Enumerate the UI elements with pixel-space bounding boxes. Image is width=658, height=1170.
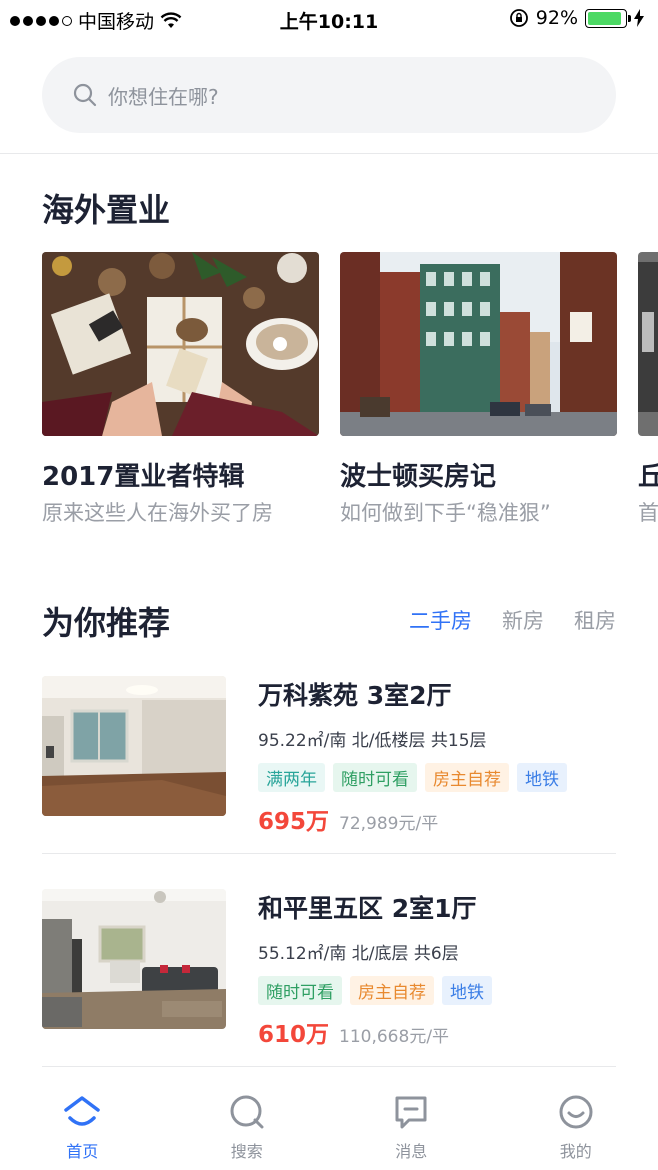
listing-tags: 满两年 随时可看 房主自荐 地铁 [258,763,616,792]
nav-home[interactable]: 首页 [0,1092,165,1170]
tag-badge: 随时可看 [333,763,417,792]
listing-image [42,889,226,1029]
listing-tags: 随时可看 房主自荐 地铁 [258,976,616,1005]
listing-divider [42,853,616,854]
listing-title: 万科紫苑 3室2厅 [258,681,452,710]
tag-badge: 满两年 [258,763,325,792]
status-bar: 中国移动 上午10:11 92% [0,0,658,38]
overseas-card-2[interactable]: 波士顿买房记 如何做到下手“稳准狠” [340,252,617,527]
tag-badge: 房主自荐 [350,976,434,1005]
home-icon [64,1096,100,1126]
overseas-section-title: 海外置业 [42,191,171,229]
overseas-carousel[interactable]: 2017置业者特辑 原来这些人在海外买了房 波士顿买房记 如何做到下手“稳准狠”… [42,252,658,532]
tab-second-hand[interactable]: 二手房 [409,605,472,635]
overseas-card-subtitle: 原来这些人在海外买了房 [42,501,273,525]
search-icon [73,83,97,107]
recommend-section-title: 为你推荐 [42,604,171,642]
overseas-card-1[interactable]: 2017置业者特辑 原来这些人在海外买了房 [42,252,319,527]
nav-profile[interactable]: 我的 [494,1092,658,1170]
listing-price-row: 610万 110,668元/平 [258,1015,616,1049]
overseas-card-title: 2017置业者特辑 [42,462,245,492]
listing-divider [42,1066,616,1067]
tag-badge: 地铁 [442,976,492,1005]
charging-icon [634,9,644,27]
listing-info: 万科紫苑 3室2厅 95.22㎡/南 北/低楼层 共15层 满两年 随时可看 房… [258,676,616,836]
overseas-card-title: 波士顿买房记 [340,462,497,492]
bottom-nav: 首页 搜索 消息 我的 [0,1092,658,1170]
tab-new-home[interactable]: 新房 [502,605,544,635]
nav-label: 消息 [395,1142,428,1161]
listing-meta: 95.22㎡/南 北/低楼层 共15层 [258,731,487,751]
listing-price: 695万 [258,809,330,835]
overseas-card-title: 丘 [638,462,658,492]
overseas-card-image [638,252,658,436]
rotation-lock-icon [509,9,528,27]
nav-search[interactable]: 搜索 [165,1092,330,1170]
listing-meta: 55.12㎡/南 北/底层 共6层 [258,944,459,964]
battery-percent: 92% [535,7,578,29]
listing-info: 和平里五区 2室1厅 55.12㎡/南 北/底层 共6层 随时可看 房主自荐 地… [258,889,616,1049]
overseas-card-subtitle: 如何做到下手“稳准狠” [340,501,551,525]
listing-unit-price: 110,668元/平 [339,1027,450,1047]
listing-price: 610万 [258,1022,330,1048]
tag-badge: 随时可看 [258,976,342,1005]
message-icon [395,1096,427,1129]
search-bar[interactable]: 你想住在哪? [42,57,616,133]
listing-title: 和平里五区 2室1厅 [258,894,477,923]
search-icon [230,1095,264,1129]
tab-rental[interactable]: 租房 [574,605,616,635]
listing-item-1[interactable]: 万科紫苑 3室2厅 95.22㎡/南 北/低楼层 共15层 满两年 随时可看 房… [42,676,616,835]
overseas-card-subtitle: 首 [638,501,658,525]
overseas-card-image [340,252,617,436]
nav-label: 搜索 [230,1142,263,1161]
listing-item-2[interactable]: 和平里五区 2室1厅 55.12㎡/南 北/底层 共6层 随时可看 房主自荐 地… [42,889,616,1048]
listing-price-row: 695万 72,989元/平 [258,802,616,836]
nav-label: 我的 [559,1142,592,1161]
tag-badge: 地铁 [517,763,567,792]
listing-image [42,676,226,816]
nav-label: 首页 [66,1142,99,1161]
header-divider [0,153,658,154]
status-bar-right: 92% [509,7,644,29]
recommend-tabs: 二手房 新房 租房 [409,605,616,635]
overseas-card-3[interactable]: 丘 首 [638,252,658,527]
battery-level [588,11,622,25]
overseas-card-image [42,252,319,436]
tag-badge: 房主自荐 [425,763,509,792]
listing-unit-price: 72,989元/平 [339,814,439,834]
nav-messages[interactable]: 消息 [329,1092,494,1170]
search-input[interactable]: 你想住在哪? [108,81,219,110]
battery-icon [585,8,631,28]
profile-icon [559,1095,593,1129]
